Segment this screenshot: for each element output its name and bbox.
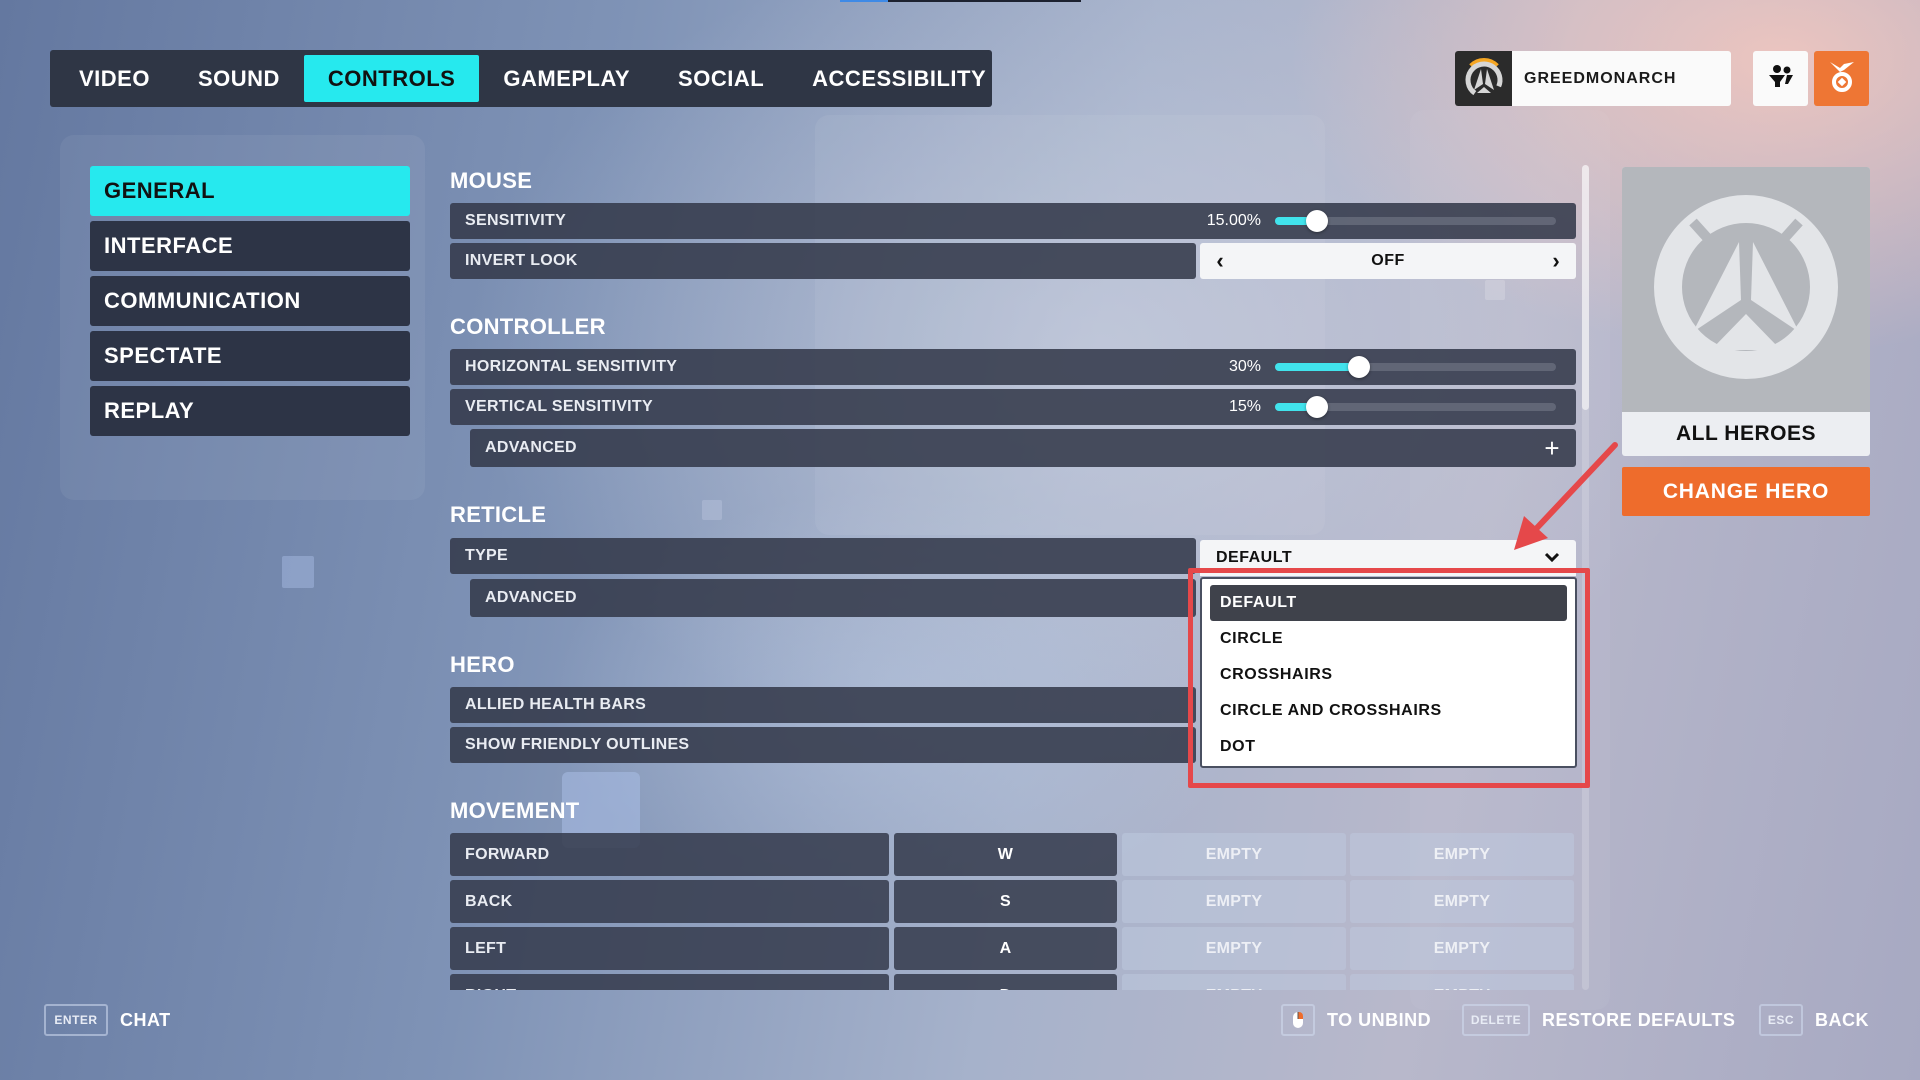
hint-label: BACK <box>1815 1009 1869 1030</box>
keycap-delete: DELETE <box>1462 1004 1530 1036</box>
dropdown-option-default[interactable]: DEFAULT <box>1210 585 1567 621</box>
mouse-right-click-icon <box>1281 1004 1315 1036</box>
scrollbar-thumb[interactable] <box>1582 165 1589 410</box>
hero-name: ALL HEROES <box>1676 422 1816 445</box>
back-hint[interactable]: ESC BACK <box>1759 1004 1869 1036</box>
binding-alt-slot[interactable]: EMPTY <box>1350 833 1574 876</box>
dropdown-option-circle-and-crosshairs[interactable]: CIRCLE AND CROSSHAIRS <box>1210 693 1567 729</box>
binding-action: RIGHT <box>450 974 889 990</box>
keycap-enter: ENTER <box>44 1004 108 1036</box>
hero-portrait <box>1622 167 1870 412</box>
hint-label: RESTORE DEFAULTS <box>1542 1009 1736 1030</box>
hero-card: ALL HEROES <box>1622 167 1870 456</box>
reticle-type-options: DEFAULT CIRCLE CROSSHAIRS CIRCLE AND CRO… <box>1200 577 1577 768</box>
restore-defaults-hint[interactable]: DELETE RESTORE DEFAULTS <box>1462 1004 1735 1036</box>
settings-scrollbar[interactable] <box>1582 165 1589 990</box>
dropdown-option-dot[interactable]: DOT <box>1210 729 1567 765</box>
binding-key[interactable]: D <box>894 974 1117 990</box>
binding-action: LEFT <box>450 927 889 970</box>
binding-alt-slot[interactable]: EMPTY <box>1122 880 1346 923</box>
unbind-hint[interactable]: TO UNBIND <box>1281 1004 1431 1036</box>
overwatch-logo-icon <box>1651 192 1841 387</box>
binding-alt-slot[interactable]: EMPTY <box>1122 833 1346 876</box>
binding-alt-slot[interactable]: EMPTY <box>1350 927 1574 970</box>
binding-alt-slot[interactable]: EMPTY <box>1122 927 1346 970</box>
chat-hint[interactable]: ENTER CHAT <box>44 1004 171 1036</box>
binding-action: FORWARD <box>450 833 889 876</box>
binding-key[interactable]: A <box>894 927 1117 970</box>
dropdown-option-crosshairs[interactable]: CROSSHAIRS <box>1210 657 1567 693</box>
binding-alt-slot[interactable]: EMPTY <box>1122 974 1346 990</box>
binding-key[interactable]: S <box>894 880 1117 923</box>
keycap-esc: ESC <box>1759 1004 1803 1036</box>
binding-alt-slot[interactable]: EMPTY <box>1350 974 1574 990</box>
hint-label: TO UNBIND <box>1327 1009 1432 1030</box>
binding-action: BACK <box>450 880 889 923</box>
binding-alt-slot[interactable]: EMPTY <box>1350 880 1574 923</box>
change-hero-button[interactable]: CHANGE HERO <box>1622 467 1870 516</box>
binding-key[interactable]: W <box>894 833 1117 876</box>
hint-label: CHAT <box>120 1009 171 1030</box>
dropdown-option-circle[interactable]: CIRCLE <box>1210 621 1567 657</box>
